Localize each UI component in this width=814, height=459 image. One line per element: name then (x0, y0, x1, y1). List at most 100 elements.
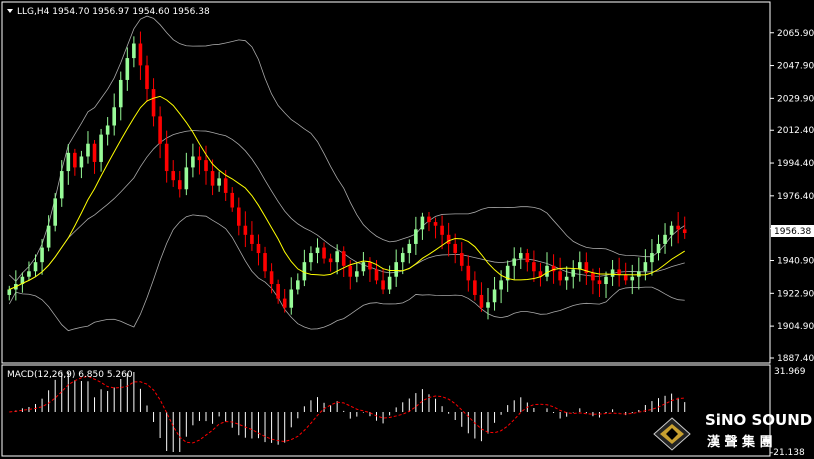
candle-body (33, 262, 38, 272)
candle-body (79, 156, 84, 168)
candle-body (59, 171, 64, 199)
candle-body (387, 276, 392, 290)
candle-body (164, 143, 169, 172)
candle-body (459, 253, 464, 266)
candle-body (145, 65, 149, 90)
candle-body (564, 276, 569, 281)
candle-body (440, 225, 444, 235)
macd-signal-line (9, 375, 685, 444)
candle-body (105, 125, 110, 135)
candle-body (525, 253, 530, 263)
moving-average-line (9, 95, 685, 290)
candle-body (676, 225, 680, 230)
sinosound-logo (653, 417, 691, 451)
candle-body (374, 269, 379, 281)
candle-body (112, 107, 117, 126)
candle-body (453, 243, 458, 254)
candle-body (368, 262, 372, 270)
price-tick-label: 1940.90 (777, 257, 814, 267)
candle-body (394, 262, 398, 277)
chart-window[interactable]: LLG,H4 1954.70 1956.97 1954.60 1956.38 2… (0, 0, 814, 459)
candle-body (197, 156, 202, 161)
candle-body (158, 116, 162, 144)
candle-body (604, 276, 608, 285)
candle-body (591, 273, 595, 281)
price-tick-label: 1994.40 (777, 159, 814, 169)
price-tick-label: 2047.90 (777, 62, 814, 72)
candle-body (151, 89, 156, 117)
candle-body (296, 280, 300, 290)
candle-body (230, 192, 235, 208)
candle-body (597, 280, 602, 285)
candle-body (191, 156, 195, 168)
candle-body (66, 152, 71, 172)
candle-body (236, 207, 241, 226)
price-tick-label: 2012.40 (777, 126, 814, 136)
candle-body (414, 229, 418, 244)
candle-body (545, 265, 549, 277)
candle-body (322, 247, 326, 259)
candle-body (92, 143, 97, 162)
candle-body (269, 271, 274, 285)
price-tick-label: 1922.90 (777, 289, 814, 299)
dropdown-triangle-icon[interactable] (7, 9, 13, 13)
candlestick-series (7, 31, 687, 320)
price-tick-label: 2065.90 (777, 29, 814, 39)
price-axis: 2065.90 2047.90 2029.90 2012.40 1994.40 1976.… (770, 29, 814, 364)
price-tick-label: 1904.90 (777, 322, 814, 332)
candle-body (669, 225, 674, 235)
candle-body (532, 262, 536, 272)
current-price-label: 1956.38 (774, 227, 811, 237)
candle-body (7, 289, 12, 295)
candle-body (656, 243, 661, 254)
candle-body (361, 262, 366, 272)
candle-body (256, 243, 261, 254)
candle-body (263, 253, 267, 272)
candle-body (512, 258, 517, 266)
candle-body (446, 234, 451, 244)
candle-body (571, 269, 576, 277)
macd-axis-top: 31.969 (774, 367, 806, 377)
brand-name: SiNO SOUND (705, 411, 812, 429)
brand-chinese: 漢 聲 集 團 (707, 434, 773, 450)
candle-body (315, 247, 320, 254)
candle-body (289, 289, 294, 308)
candle-body (328, 258, 333, 263)
candle-body (381, 280, 385, 290)
candle-body (309, 253, 313, 263)
macd-histogram (9, 372, 686, 452)
candle-body (518, 253, 523, 259)
bollinger-middle (9, 130, 685, 290)
candle-body (400, 253, 405, 263)
candle-body (171, 171, 176, 181)
candle-body (663, 234, 667, 244)
bollinger-bands (8, 15, 685, 332)
candle-body (132, 43, 136, 59)
candle-body (643, 262, 648, 272)
candle-body (499, 280, 503, 290)
macd-label: MACD(12,26,9) 6.850 5.260 (7, 370, 133, 380)
candle-body (637, 271, 641, 277)
candle-body (433, 222, 438, 226)
candle-body (407, 243, 412, 254)
candle-body (184, 167, 189, 190)
candle-body (630, 276, 635, 281)
candle-body (282, 298, 287, 308)
price-panel (1, 1, 771, 364)
candle-body (177, 180, 182, 190)
candle-body (479, 294, 484, 308)
macd-axis-bottom: -21.138 (770, 448, 805, 458)
candle-body (86, 143, 90, 157)
candle-body (138, 43, 143, 66)
candle-body (204, 160, 208, 172)
bollinger-lower (8, 214, 685, 332)
candle-body (682, 229, 687, 234)
candle-body (250, 234, 254, 244)
candle-body (486, 302, 490, 308)
candle-body (46, 225, 51, 248)
candle-body (558, 271, 562, 281)
candle-body (348, 265, 353, 277)
candle-body (650, 253, 654, 263)
candle-body (243, 225, 248, 235)
candle-body (427, 216, 431, 223)
